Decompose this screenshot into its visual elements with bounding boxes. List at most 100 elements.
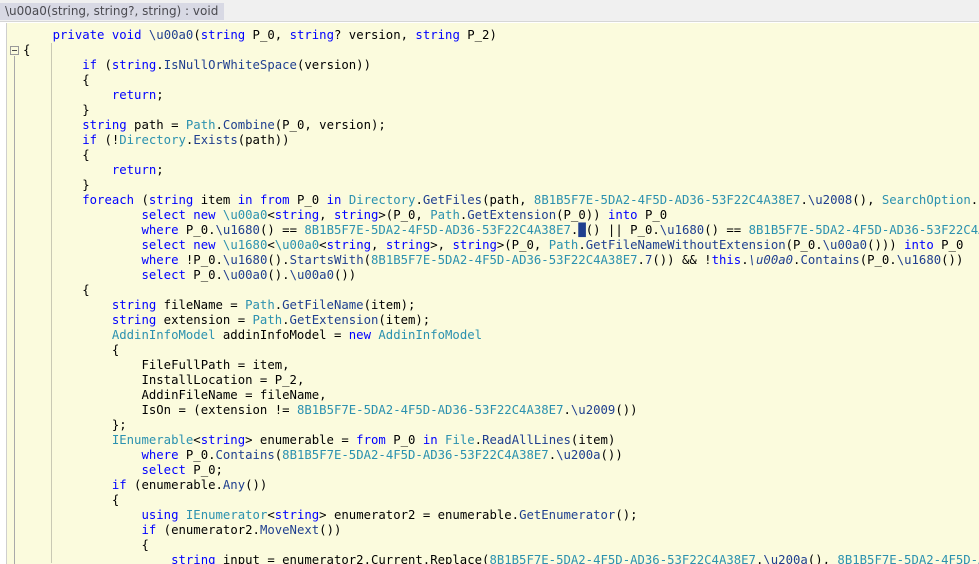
code-token: >,: [430, 238, 453, 252]
code-token: ().: [267, 253, 290, 267]
code-token: \u00a0: [274, 238, 320, 252]
code-line: AddinFileName = fileName,: [23, 388, 979, 403]
code-line: {: [23, 43, 979, 58]
code-token: P_2): [459, 28, 497, 42]
code-token: (!: [97, 133, 120, 147]
code-token: \u2009: [570, 403, 616, 417]
code-token: GetFileNameWithoutExtension: [585, 238, 786, 252]
code-token: > enumerable =: [245, 433, 357, 447]
code-token: \u200a: [763, 553, 808, 564]
code-token: ()): [333, 268, 357, 282]
code-token: .: [578, 238, 586, 252]
code-token: ,: [371, 238, 386, 252]
collapse-toggle-icon[interactable]: [10, 46, 19, 55]
code-line: }: [23, 178, 979, 193]
code-token: foreach: [82, 193, 135, 207]
code-token: .: [282, 313, 290, 327]
code-token: ()): [600, 448, 623, 462]
code-token: void: [111, 28, 142, 42]
code-token: (item): [570, 433, 616, 447]
code-token: 8B1B5F7E-5DA2-4F5D-AD36-53F22C4A38E7: [533, 193, 801, 207]
indent-guide: [50, 43, 52, 563]
code-line: private void \u00a0(string P_0, string? …: [23, 28, 979, 43]
code-token: P_0;: [185, 463, 223, 477]
code-line: }: [23, 103, 979, 118]
code-token: GetFiles: [422, 193, 483, 207]
code-token: Any: [222, 478, 246, 492]
code-line: string fileName = Path.GetFileName(item)…: [23, 298, 979, 313]
member-signature-bar: \u00a0(string, string?, string) : void: [0, 0, 979, 22]
code-line: select P_0.\u00a0().\u00a0()): [23, 268, 979, 283]
code-token: \u00a0: [148, 28, 194, 42]
code-token: string: [274, 508, 320, 522]
code-token: select: [141, 238, 186, 252]
code-line: if (enumerable.Any()): [23, 478, 979, 493]
code-token: in: [326, 193, 342, 207]
code-token: path =: [126, 118, 186, 132]
code-token: 8B1B5F7E-5DA2-4F5D-AD36-53F22C4A38E7: [371, 253, 638, 267]
code-token: \u00a0: [748, 253, 794, 267]
code-token: Path: [430, 208, 460, 222]
code-line: using IEnumerator<string> enumerator2 = …: [23, 508, 979, 523]
code-token: \u1680: [896, 253, 942, 267]
code-token: this: [711, 253, 742, 267]
code-token: (enumerable.: [126, 478, 223, 492]
code-token: from: [356, 433, 386, 447]
code-token: 8B1B5F7E-5DA2-4F5D-AD36-53F22C4A38E7: [296, 403, 564, 417]
code-token: {: [82, 283, 90, 297]
code-line: where P_0.\u1680() == 8B1B5F7E-5DA2-4F5D…: [23, 223, 979, 238]
code-token: > enumerator2 = enumerable.: [319, 508, 520, 522]
code-token: new: [193, 238, 216, 252]
code-token: (: [363, 253, 372, 267]
code-line: where P_0.Contains(8B1B5F7E-5DA2-4F5D-AD…: [23, 448, 979, 463]
member-signature-chip[interactable]: \u00a0(string, string?, string) : void: [0, 3, 225, 20]
code-token: (),: [852, 193, 882, 207]
code-token: SearchOption: [881, 193, 971, 207]
code-token: .: [800, 193, 808, 207]
code-editor-surface[interactable]: private void \u00a0(string P_0, string? …: [0, 23, 979, 564]
code-token: 8B1B5F7E-5DA2-4F5D-AD36-53F22C4A38E7: [304, 223, 571, 237]
outlining-margin[interactable]: [8, 23, 22, 564]
code-token: P_0,: [245, 28, 290, 42]
code-token: IEnumerator: [185, 508, 268, 522]
code-token: ())): [867, 238, 905, 252]
code-token: new: [193, 208, 216, 222]
code-token: (: [134, 193, 149, 207]
code-token: IEnumerable: [111, 433, 194, 447]
code-token: P_0: [637, 208, 668, 222]
code-line: IEnumerable<string> enumerable = from P_…: [23, 433, 979, 448]
code-token: ()): [245, 478, 268, 492]
code-token: \u00a0: [289, 268, 334, 282]
code-token: into: [904, 238, 934, 252]
code-token: \u1680: [659, 223, 705, 237]
code-token: (),: [807, 553, 838, 564]
code-token: \u00a0: [822, 238, 868, 252]
outlining-vertical-line: [14, 56, 15, 564]
code-token: };: [111, 418, 127, 432]
code-line: return;: [23, 163, 979, 178]
code-line: if (enumerator2.MoveNext()): [23, 523, 979, 538]
code-token: string: [148, 193, 194, 207]
code-token: return: [111, 163, 157, 177]
code-token: \u00a0: [222, 268, 268, 282]
code-token: IsOn = (extension !=: [141, 403, 297, 417]
code-token: !P_0.: [178, 253, 223, 267]
code-token: \u1680: [222, 253, 268, 267]
code-token: GetExtension: [467, 208, 557, 222]
code-token: where: [141, 253, 179, 267]
code-token: IsNullOrWhiteSpace: [163, 58, 297, 72]
code-line: {: [23, 148, 979, 163]
code-token: if: [141, 523, 157, 537]
code-token: fileName =: [156, 298, 246, 312]
code-token: MoveNext: [259, 523, 320, 537]
code-token: >(P_0,: [496, 238, 549, 252]
code-token: extension =: [156, 313, 253, 327]
code-token: (path)): [237, 133, 290, 147]
code-token: select: [141, 463, 186, 477]
code-token: string: [200, 433, 246, 447]
editor-left-margin: [0, 23, 7, 564]
code-token: ? version,: [333, 28, 416, 42]
code-token: () || P_0.: [585, 223, 660, 237]
code-line: InstallLocation = P_2,: [23, 373, 979, 388]
code-token: Exists: [193, 133, 238, 147]
